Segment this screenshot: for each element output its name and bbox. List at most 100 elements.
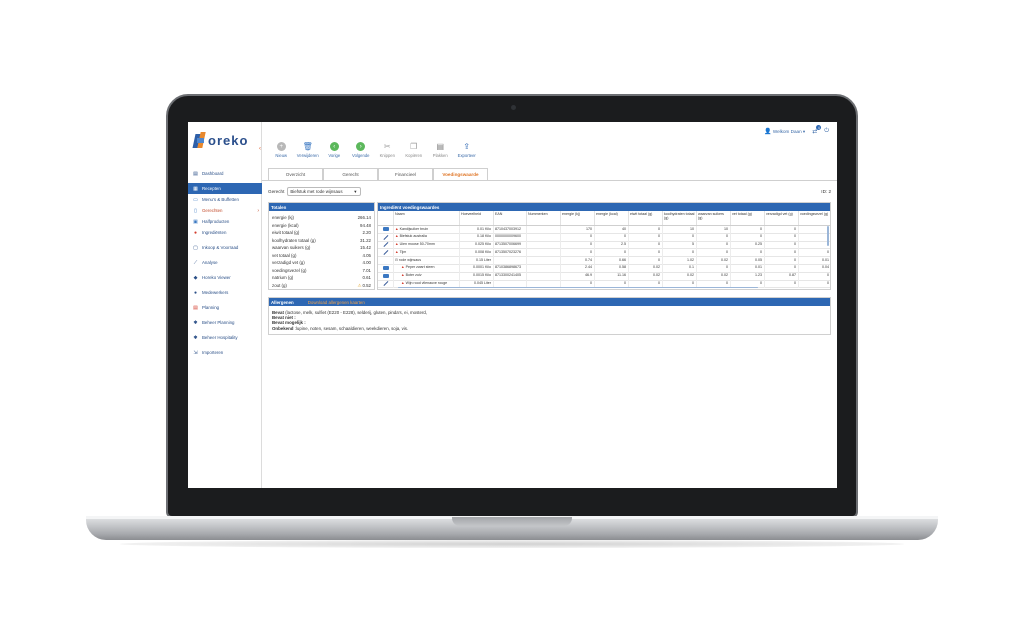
tab-overzicht[interactable]: Overzicht (268, 168, 323, 180)
tab-voedingswaarde[interactable]: Voedingswaarde (433, 168, 488, 180)
header-cell[interactable]: energie (kj) (561, 211, 595, 225)
collapse-sidebar-icon[interactable]: ‹ (259, 146, 261, 152)
logo[interactable]: oreko (192, 129, 249, 151)
ingredient-name: rode wijnsaus (399, 257, 421, 262)
arrow-right-icon: › (356, 142, 366, 151)
sidebar-item-planning[interactable]: ▤ Planning (188, 302, 262, 313)
trash-icon: 🗑 (302, 142, 313, 151)
sidebar-item-label: Menu's & Buffetten (202, 197, 239, 202)
sidebar-item-analyse[interactable]: ⟋ Analyse (188, 257, 262, 268)
tab-gerecht[interactable]: Gerecht (323, 168, 378, 180)
quantity-cell: 0.0001 Kilo (460, 264, 494, 273)
download-allergen-cards-link[interactable]: Download allergenen kaarten (308, 300, 365, 305)
sidebar-item-gerechten[interactable]: ▯ Gerechten › (188, 205, 262, 216)
brand-name: oreko (208, 132, 249, 148)
value-cell: 0.02 (663, 272, 697, 281)
header-cell[interactable]: koolhydraten totaal (g) (663, 211, 697, 225)
export-button[interactable]: ⇪ Exporteer (454, 142, 481, 158)
sidebar-item-label: Analyse (202, 260, 218, 265)
sidebar-item-label: Recepten (202, 186, 221, 191)
tab-bar: Overzicht Gerecht Financieel Voedingswaa… (268, 168, 488, 180)
quantity-cell: 0.01 Kilo (460, 225, 494, 234)
ingredient-name-cell: ▲Boter zuiv (394, 272, 460, 281)
sidebar-item-halfproducten[interactable]: ▣ Halfproducten (188, 216, 262, 227)
sidebar-item-label: Dashboard (202, 171, 224, 176)
row-type-cell (378, 264, 394, 273)
value-cell: 0.05 (731, 256, 765, 265)
gerecht-select[interactable]: Biefstuk met rode wijnsaus ▼ (287, 187, 362, 196)
allergens-title: Allergenen (271, 299, 294, 305)
value-cell: 46.9 (561, 272, 595, 281)
alert-icon: ▲ (401, 273, 405, 278)
sidebar-item-dashboard[interactable]: ▤ Dashboard (188, 168, 262, 179)
horizontal-scrollbar[interactable] (398, 286, 758, 288)
totals-label: energie (kcal) (272, 222, 299, 228)
previous-button[interactable]: ‹ Vorige (321, 142, 348, 158)
sidebar-item-inkoop[interactable]: ▢ Inkoop & Voorraad (188, 242, 262, 253)
copy-button[interactable]: ❐ Kopiëren (401, 142, 428, 158)
quantity-cell: 0.18 Kilo (460, 233, 494, 242)
user-icon: 👤 (764, 129, 772, 135)
tabs-divider (262, 180, 837, 181)
gerecht-row: Gerecht Biefstuk met rode wijnsaus ▼ (268, 187, 362, 196)
menu-icon: ▭ (193, 196, 198, 203)
power-icon[interactable]: ⏻ (824, 128, 829, 135)
value-cell: 0 (697, 241, 731, 249)
allergens-unknown: Onbekend :lupine, noten, sesam, schaaldi… (272, 326, 827, 331)
header-cell[interactable]: waarvan suikers (g) (697, 211, 731, 225)
toolbar: + Nieuw 🗑 Verwijderen ‹ Vorige › Volgende ✂ K… (268, 142, 480, 158)
ingredient-name-cell: ⊟rode wijnsaus (394, 256, 460, 265)
value-cell: 10 (697, 225, 731, 234)
collapse-icon[interactable]: ⊟ (395, 258, 398, 262)
sidebar-item-label: Inkoop & Voorraad (202, 245, 239, 250)
next-button[interactable]: › Volgende (348, 142, 375, 158)
record-id: ID: 2 (821, 189, 831, 194)
header-cell[interactable]: Nummerken (527, 211, 561, 225)
sidebar-item-beheer-hospitality[interactable]: ✱ Beheer Hospitality (188, 332, 262, 343)
alert-icon: ▲ (401, 281, 405, 286)
tab-financieel[interactable]: Financieel (378, 168, 433, 180)
quantity-cell: 0.15 Liter (460, 256, 494, 265)
sidebar-item-ingredienten[interactable]: ● Ingrediënten (188, 227, 262, 238)
value-cell: 0 (697, 264, 731, 273)
ean-cell: 8713300241405 (494, 272, 527, 281)
sidebar-item-medewerkers[interactable]: ● Medewerkers (188, 287, 262, 298)
notifications-button[interactable]: ⇄ 4 (812, 125, 822, 135)
new-button[interactable]: + Nieuw (268, 142, 295, 158)
sidebar-item-viewer[interactable]: ◆ Horeko Viewer (188, 272, 262, 283)
header-cell[interactable]: eiwit totaal (g) (629, 211, 663, 225)
value-cell: 0.25 (731, 241, 765, 249)
sidebar: oreko ‹ ▤ Dashboard ▦ Recepten ▭ Menu's & B… (188, 122, 262, 488)
value-cell: 0 (561, 241, 595, 249)
header-cell[interactable]: vet totaal (g) (731, 211, 765, 225)
link-icon (382, 281, 389, 287)
ingredient-icon: ● (193, 229, 198, 236)
totals-row: verzadigd vet (g) 4.00 (272, 260, 371, 268)
header-cell[interactable]: verzadigd vet (g) (765, 211, 799, 225)
quantity-cell: 0.0015 Kilo (460, 272, 494, 281)
cut-button[interactable]: ✂ Knippen (374, 142, 401, 158)
ingredient-name: Boter zuiv (405, 273, 422, 278)
header-cell[interactable]: voedingsvezel (g) (799, 211, 830, 225)
header-cell[interactable]: energie (kcal) (595, 211, 629, 225)
header-cell[interactable]: Naam (394, 211, 460, 225)
header-cell[interactable]: Hoeveelheid (460, 211, 494, 225)
sidebar-item-recepten[interactable]: ▦ Recepten (188, 183, 262, 194)
value-cell: 0.01 (799, 257, 830, 265)
arrow-left-icon: ‹ (329, 142, 339, 151)
sidebar-item-label: Ingrediënten (202, 230, 227, 235)
value-cell: 0 (765, 264, 799, 273)
sidebar-item-importeren[interactable]: ⇲ Importeren (188, 347, 262, 358)
paste-button[interactable]: ▤ Plakken (427, 142, 454, 158)
user-menu[interactable]: 👤 Welkom Daan ▾ (764, 128, 805, 135)
totals-row: vet totaal (g) 4.05 (272, 253, 371, 261)
totals-row: waarvan suikers (g) 15.42 (272, 245, 371, 253)
sidebar-item-menus[interactable]: ▭ Menu's & Buffetten (188, 194, 262, 205)
delete-button[interactable]: 🗑 Verwijderen (295, 142, 322, 158)
vertical-scrollbar[interactable] (827, 226, 829, 246)
alert-icon: ▲ (395, 226, 399, 231)
webcam-icon (511, 105, 516, 110)
header-cell[interactable]: EAN (494, 211, 527, 225)
value-cell: 0 (731, 233, 765, 242)
sidebar-item-beheer-planning[interactable]: ✱ Beheer Planning (188, 317, 262, 328)
